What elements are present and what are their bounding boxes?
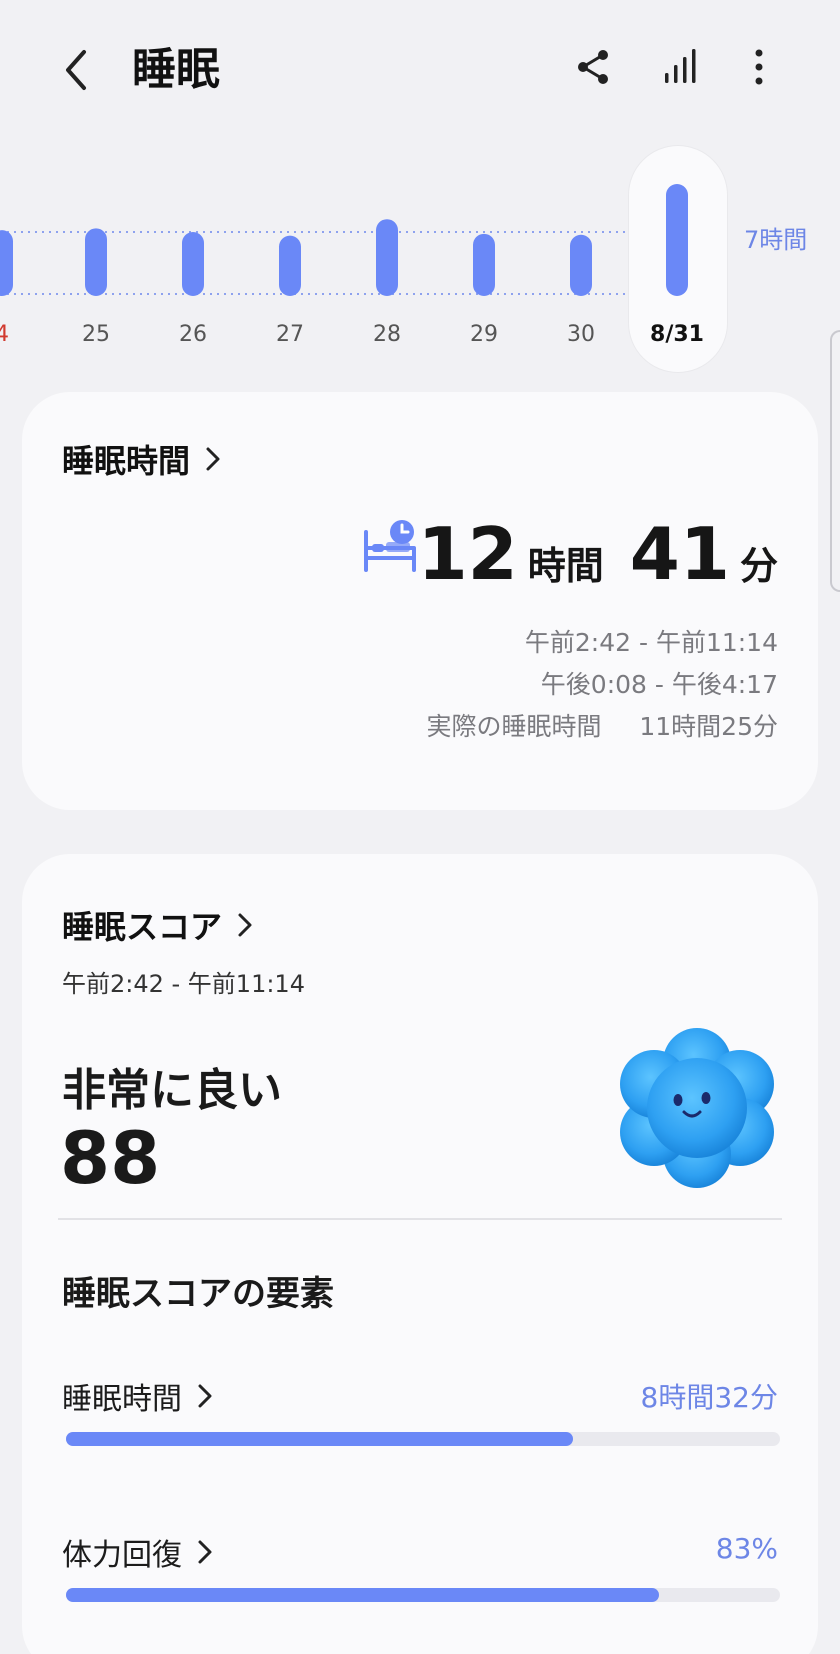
sleep-bar-29[interactable] xyxy=(473,233,495,296)
fluffy-cloud-mascot-icon xyxy=(620,1028,774,1188)
sleep-bar-4[interactable] xyxy=(0,230,13,296)
factor-sleep-time[interactable]: 睡眠時間 xyxy=(62,1374,214,1418)
sleep-duration-card[interactable]: 睡眠時間 12 時間 41 分 午前2:42 - 午前11:14 午後0:08 … xyxy=(22,392,818,810)
factor-recovery-label: 体力回復 xyxy=(62,1538,182,1573)
sleep-duration-title[interactable]: 睡眠時間 xyxy=(62,436,222,482)
actual-sleep-label: 実際の睡眠時間 xyxy=(426,712,602,741)
share-button[interactable] xyxy=(568,42,618,92)
factor-recovery-value: 83% xyxy=(715,1532,778,1565)
day-label-8/31[interactable]: 8/31 xyxy=(647,322,707,347)
score-rating: 非常に良い xyxy=(62,1065,282,1116)
factor-recovery[interactable]: 体力回復 xyxy=(62,1530,214,1574)
day-label-30[interactable]: 30 xyxy=(551,322,611,347)
day-label-27[interactable]: 27 xyxy=(260,322,320,347)
factor-sleep-time-fill xyxy=(66,1432,573,1446)
sleep-score-title[interactable]: 睡眠スコア xyxy=(62,902,254,948)
share-icon xyxy=(578,50,608,84)
day-label-25[interactable]: 25 xyxy=(66,322,126,347)
sleep-bar-8/31[interactable] xyxy=(666,184,688,296)
day-label-26[interactable]: 26 xyxy=(163,322,223,347)
back-button[interactable] xyxy=(56,40,100,100)
goal-line-label: 7時間 xyxy=(744,226,808,254)
sleep-sessions: 午前2:42 - 午前11:14 午後0:08 - 午後4:17 実際の睡眠時間… xyxy=(426,622,778,748)
factor-recovery-bar xyxy=(66,1588,780,1602)
more-vert-icon xyxy=(755,49,763,85)
app-header: 睡眠 xyxy=(0,0,840,140)
minutes-unit: 分 xyxy=(739,544,778,588)
score-factors-title: 睡眠スコアの要素 xyxy=(62,1274,334,1314)
sleep-session-1: 午前2:42 - 午前11:14 xyxy=(524,628,778,657)
actual-sleep-value: 11時間25分 xyxy=(639,712,778,741)
actual-sleep-row: 実際の睡眠時間 11時間25分 xyxy=(426,706,778,748)
score-value: 88 xyxy=(60,1116,161,1200)
sleep-duration-title-text: 睡眠時間 xyxy=(62,442,191,480)
sleep-bar-28[interactable] xyxy=(376,219,398,296)
chevron-right-icon xyxy=(198,1384,212,1408)
factor-sleep-time-value: 8時間32分 xyxy=(640,1381,778,1414)
hours-value: 12 xyxy=(417,512,518,596)
total-sleep-time: 12 時間 41 分 xyxy=(418,512,778,596)
sleep-score-card[interactable]: 睡眠スコア 午前2:42 - 午前11:14 非常に良い 88 睡眠スコアの要素… xyxy=(22,854,818,1654)
chevron-right-icon xyxy=(238,913,252,937)
hours-unit: 時間 xyxy=(527,544,604,588)
section-divider xyxy=(58,1218,782,1220)
sleep-score-title-text: 睡眠スコア xyxy=(62,908,223,946)
sleep-bar-chart xyxy=(0,184,688,296)
edge-panel-handle[interactable] xyxy=(830,330,840,592)
chevron-right-icon xyxy=(198,1540,212,1564)
sleep-bar-27[interactable] xyxy=(279,235,301,296)
statistics-button[interactable] xyxy=(656,42,706,92)
sleep-bar-30[interactable] xyxy=(570,234,592,296)
chevron-left-icon xyxy=(66,50,86,90)
day-label-29[interactable]: 29 xyxy=(454,322,514,347)
score-time-range: 午前2:42 - 午前11:14 xyxy=(62,970,305,998)
bed-clock-icon xyxy=(364,520,416,572)
factor-sleep-time-bar xyxy=(66,1432,780,1446)
sleep-bar-25[interactable] xyxy=(85,228,107,296)
day-label-28[interactable]: 28 xyxy=(357,322,417,347)
factor-sleep-time-label: 睡眠時間 xyxy=(62,1382,182,1417)
day-label-4[interactable]: 4 xyxy=(0,322,32,347)
weekly-sleep-chart: 4 25 26 27 28 29 30 8/31 7時間 xyxy=(0,140,840,592)
page-title: 睡眠 xyxy=(132,44,220,95)
minutes-value: 41 xyxy=(629,512,730,596)
sleep-bar-26[interactable] xyxy=(182,232,204,296)
factor-recovery-fill xyxy=(66,1588,659,1602)
chevron-right-icon xyxy=(206,447,220,471)
more-options-button[interactable] xyxy=(734,42,784,92)
bar-chart-icon xyxy=(665,49,696,83)
sleep-session-2: 午後0:08 - 午後4:17 xyxy=(540,670,778,699)
